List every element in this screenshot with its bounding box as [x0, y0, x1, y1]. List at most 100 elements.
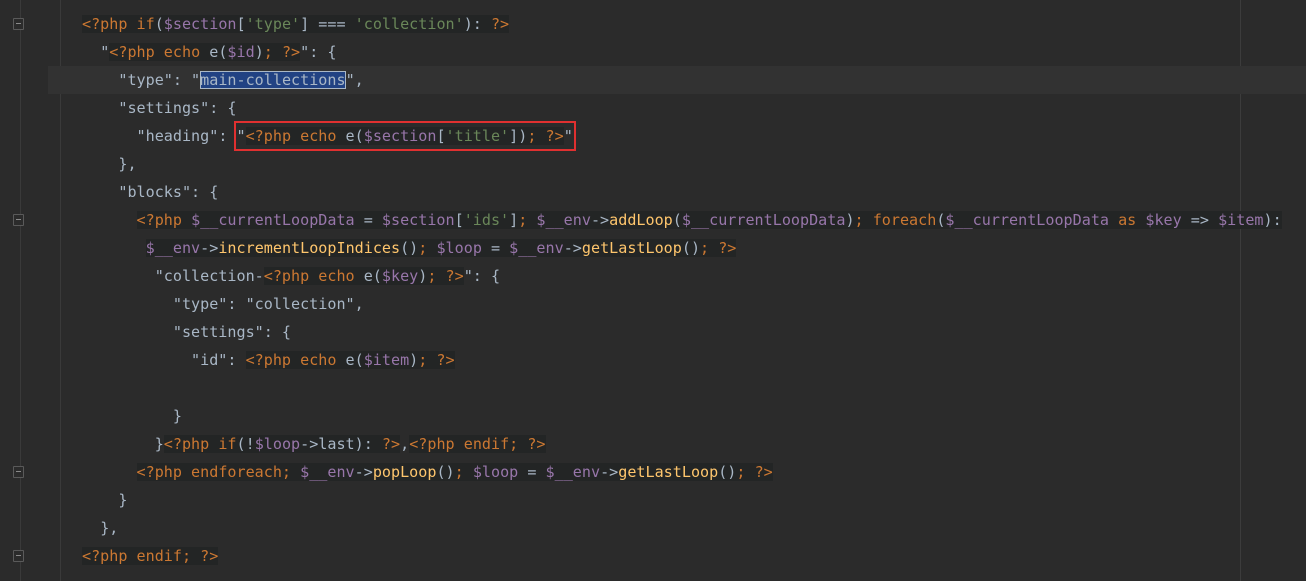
keyword-token: <?php echo	[245, 351, 337, 369]
code-line[interactable]: }	[0, 486, 1306, 514]
variable-token: $__env	[509, 239, 564, 257]
method-token: getLastLoop	[581, 239, 682, 257]
code-token: }	[118, 491, 128, 509]
code-line[interactable]: <?php endforeach; $__env->popLoop(); $lo…	[0, 458, 1306, 486]
code-line-text: <?php $__currentLoopData = $section['ids…	[82, 206, 1282, 234]
code-token: ]	[509, 211, 519, 229]
code-line[interactable]: }	[0, 402, 1306, 430]
code-token: },	[118, 155, 137, 173]
string-token: 'type'	[245, 15, 301, 33]
keyword-token: <?php if	[163, 435, 237, 453]
variable-token: $section	[381, 211, 455, 229]
variable-token: $__env	[536, 211, 591, 229]
code-line[interactable]: <?php if($section['type'] === 'collectio…	[0, 10, 1306, 38]
code-token: )	[409, 351, 419, 369]
code-token: ": {	[300, 43, 337, 61]
code-line[interactable]	[0, 374, 1306, 402]
code-editor[interactable]: <?php if($section['type'] === 'collectio…	[0, 10, 1306, 570]
variable-token: $loop	[436, 239, 482, 257]
code-line[interactable]: "settings": {	[0, 94, 1306, 122]
code-token: )	[254, 43, 264, 61]
code-line[interactable]: "settings": {	[0, 318, 1306, 346]
variable-token: $id	[227, 43, 255, 61]
keyword-token: ?>	[381, 435, 401, 453]
code-line[interactable]: $__env->incrementLoopIndices(); $loop = …	[0, 234, 1306, 262]
code-line[interactable]: "blocks": {	[0, 178, 1306, 206]
code-token: ->	[590, 211, 610, 229]
variable-token: $item	[1218, 211, 1264, 229]
code-token: "blocks": {	[118, 183, 219, 201]
code-token: }	[154, 435, 164, 453]
code-line[interactable]: "id": <?php echo e($item); ?>	[0, 346, 1306, 374]
code-line-text: <?php endif; ?>	[82, 542, 219, 570]
code-line[interactable]: <?php $__currentLoopData = $section['ids…	[0, 206, 1306, 234]
code-line[interactable]: "<?php echo e($id); ?>": {	[0, 38, 1306, 66]
code-token: },	[100, 519, 119, 537]
code-line-text: "settings": {	[82, 318, 291, 346]
code-token: e(	[336, 127, 364, 145]
code-token: "settings": {	[118, 99, 237, 117]
variable-token: $__env	[145, 239, 201, 257]
code-line-text: }	[82, 402, 182, 430]
code-line-text: "settings": {	[82, 94, 237, 122]
code-token: e(	[354, 267, 382, 285]
code-token: ->	[600, 463, 619, 481]
variable-token: $key	[1145, 211, 1182, 229]
code-token: )	[845, 211, 855, 229]
code-token: [	[454, 211, 464, 229]
code-line[interactable]: "heading": "<?php echo e($section['title…	[0, 121, 1306, 151]
code-line-text: "<?php echo e($id); ?>": {	[82, 38, 337, 66]
keyword-token: as	[1109, 211, 1146, 229]
variable-token: $key	[381, 267, 419, 285]
code-token: =>	[1181, 211, 1219, 229]
code-line-text: "type": "main-collections",	[82, 66, 364, 94]
code-token: ()	[681, 239, 701, 257]
string-token: 'ids'	[463, 211, 510, 229]
keyword-token: ; foreach	[854, 211, 937, 229]
highlight-box: "<?php echo e($section['title']); ?>"	[233, 121, 576, 151]
keyword-token: ; ?>	[527, 127, 564, 145]
code-token: ,	[400, 435, 410, 453]
code-line[interactable]: },	[0, 150, 1306, 178]
code-line[interactable]: "type": "main-collections",	[48, 66, 1306, 94]
code-token: =	[354, 211, 382, 229]
code-line[interactable]: "type": "collection",	[0, 290, 1306, 318]
code-line-text: },	[82, 150, 137, 178]
keyword-token: ; ?>	[418, 351, 455, 369]
code-token: [	[436, 127, 446, 145]
keyword-token: ; ?>	[427, 267, 464, 285]
code-token: "heading":	[136, 127, 237, 145]
keyword-token: ;	[518, 211, 537, 229]
code-line[interactable]: <?php endif; ?>	[0, 542, 1306, 570]
code-token: e(	[336, 351, 364, 369]
keyword-token: ; ?>	[263, 43, 301, 61]
keyword-token: ;	[454, 463, 473, 481]
keyword-token: ?>	[490, 15, 510, 33]
keyword-token: <?php echo	[263, 267, 355, 285]
code-line[interactable]: },	[0, 514, 1306, 542]
string-token: 'collection'	[354, 15, 464, 33]
variable-token: $item	[363, 351, 410, 369]
code-line-text: },	[82, 514, 118, 542]
variable-token: $section	[363, 127, 437, 145]
code-token: ()	[436, 463, 455, 481]
code-line[interactable]: "collection-<?php echo e($key); ?>": {	[0, 262, 1306, 290]
code-line-text: }<?php if(!$loop->last): ?>,<?php endif;…	[82, 430, 546, 458]
selected-text: main-collections	[200, 71, 346, 89]
code-line-text: "type": "collection",	[82, 290, 364, 318]
code-line-text: <?php endforeach; $__env->popLoop(); $lo…	[82, 458, 773, 486]
variable-token: $__env	[545, 463, 601, 481]
variable-token: $__env	[300, 463, 355, 481]
code-line-text: "id": <?php echo e($item); ?>	[82, 346, 455, 374]
code-token: ->	[354, 463, 373, 481]
keyword-token: <?php echo	[245, 127, 337, 145]
variable-token: $section	[163, 15, 237, 33]
code-token: ",	[345, 71, 364, 89]
code-token: [	[236, 15, 246, 33]
code-token: "settings": {	[172, 323, 292, 341]
keyword-token: <?php if	[82, 15, 155, 33]
code-token: ()	[718, 463, 737, 481]
variable-token: $__currentLoopData	[191, 211, 355, 229]
keyword-token: ; ?>	[736, 463, 773, 481]
code-line[interactable]: }<?php if(!$loop->last): ?>,<?php endif;…	[0, 430, 1306, 458]
